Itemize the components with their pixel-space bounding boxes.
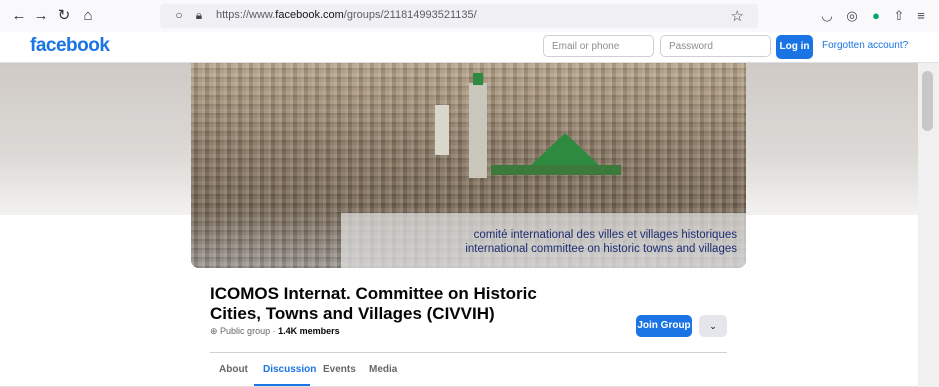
facebook-header: facebook Email or phone Password Log in … bbox=[0, 32, 939, 63]
minaret-main bbox=[469, 83, 487, 178]
group-meta: ⊕ Public group · 1.4K members bbox=[210, 326, 340, 337]
globe-icon: ⊕ bbox=[210, 326, 221, 336]
minaret-left bbox=[435, 105, 449, 155]
chevron-down-icon: ⌄ bbox=[709, 321, 717, 331]
page-scrollbar[interactable] bbox=[918, 63, 939, 387]
url-path: /groups/211814993521135/ bbox=[343, 9, 477, 21]
cover-photo: comité international des villes et villa… bbox=[191, 63, 746, 268]
bookmark-star-icon[interactable]: ☆ bbox=[731, 7, 744, 25]
menu-icon[interactable]: ≡ bbox=[912, 7, 930, 25]
caption-line-french: comité international des villes et villa… bbox=[473, 229, 737, 241]
green-rooftops bbox=[491, 165, 621, 175]
account-icon[interactable]: ● bbox=[867, 7, 885, 25]
member-count[interactable]: 1.4K members bbox=[278, 326, 340, 336]
facebook-logo[interactable]: facebook bbox=[30, 35, 110, 57]
reload-icon[interactable]: ↻ bbox=[55, 7, 73, 25]
tab-about[interactable]: About bbox=[219, 364, 248, 375]
minaret-top bbox=[473, 73, 483, 85]
join-group-button[interactable]: Join Group bbox=[636, 315, 692, 337]
home-icon[interactable]: ⌂ bbox=[79, 7, 97, 25]
address-bar[interactable]: ○ 🔒︎ https://www.facebook.com/groups/211… bbox=[160, 4, 758, 28]
scrollbar-thumb[interactable] bbox=[922, 71, 933, 131]
tab-events[interactable]: Events bbox=[323, 364, 356, 375]
lock-icon[interactable]: 🔒︎ bbox=[192, 8, 206, 22]
forward-icon[interactable]: → bbox=[32, 7, 50, 25]
browser-toolbar: ← → ↻ ⌂ ○ 🔒︎ https://www.facebook.com/gr… bbox=[0, 0, 939, 33]
tab-discussion[interactable]: Discussion bbox=[263, 364, 316, 375]
shield-icon[interactable]: ○ bbox=[172, 8, 186, 22]
url-text[interactable]: https://www.facebook.com/groups/21181499… bbox=[216, 9, 477, 21]
cover-caption: comité international des villes et villa… bbox=[341, 213, 746, 268]
back-icon[interactable]: ← bbox=[10, 7, 28, 25]
password-field[interactable]: Password bbox=[660, 35, 771, 57]
pocket-icon[interactable]: ◡ bbox=[818, 7, 836, 25]
privacy-label: Public group · bbox=[220, 326, 279, 336]
url-domain: facebook.com bbox=[275, 9, 344, 21]
email-field[interactable]: Email or phone bbox=[543, 35, 654, 57]
share-icon[interactable]: ⇧ bbox=[890, 7, 908, 25]
more-options-button[interactable]: ⌄ bbox=[699, 315, 727, 337]
login-button[interactable]: Log in bbox=[776, 35, 813, 59]
url-prefix: https://www. bbox=[216, 9, 276, 21]
forgot-account-link[interactable]: Forgotten account? bbox=[822, 40, 908, 51]
green-roof bbox=[531, 133, 599, 165]
extension-icon[interactable]: ◎ bbox=[843, 7, 861, 25]
caption-line-english: international committee on historic town… bbox=[465, 243, 737, 255]
tab-media[interactable]: Media bbox=[369, 364, 397, 375]
divider bbox=[210, 352, 727, 353]
group-title: ICOMOS Internat. Committee on Historic C… bbox=[210, 284, 537, 323]
